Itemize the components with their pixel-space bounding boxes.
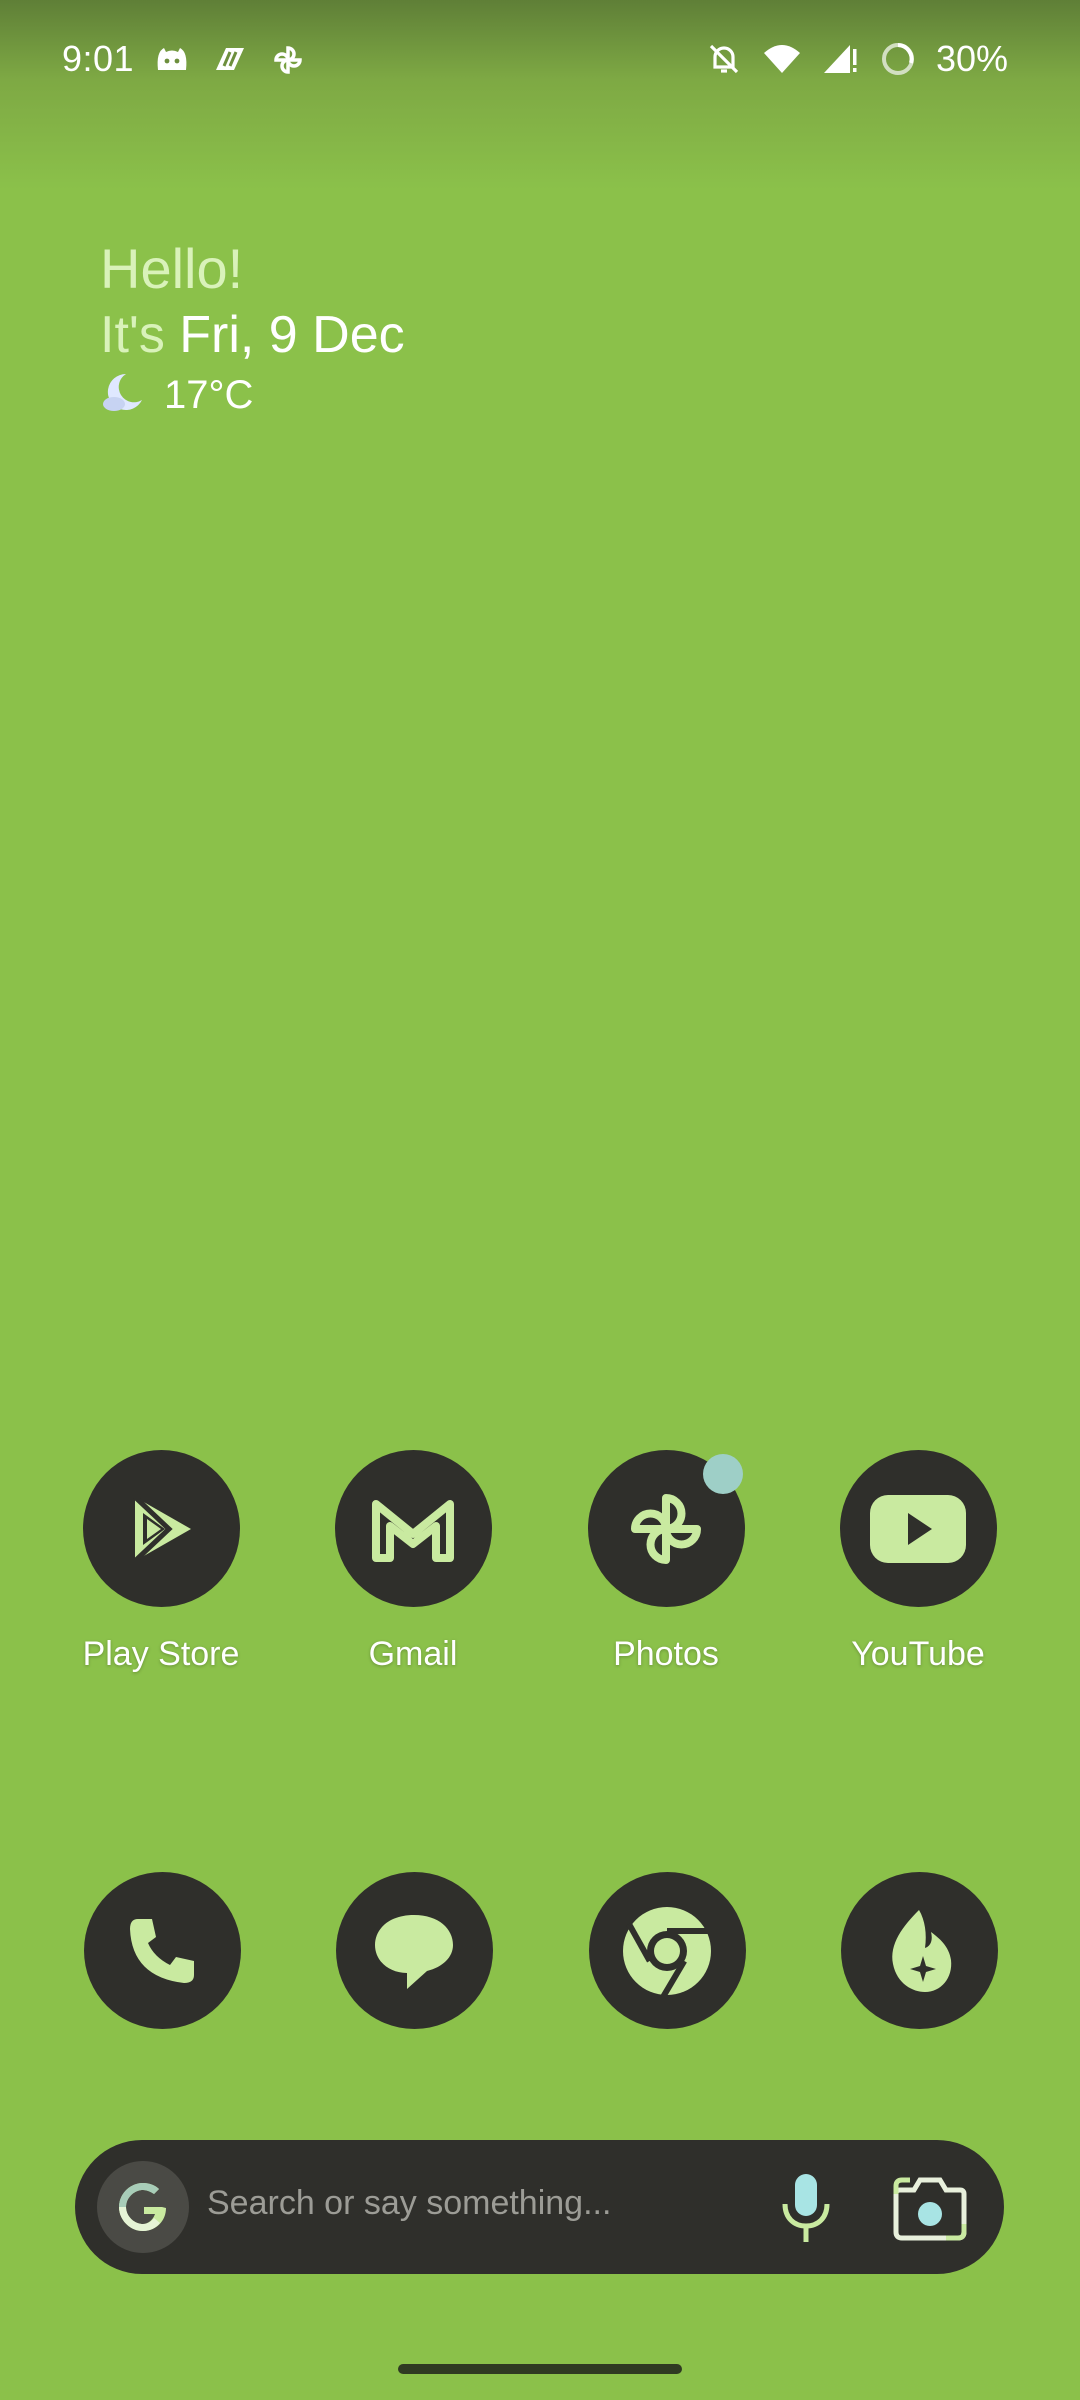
status-time: 9:01 [62, 38, 135, 79]
greeting-text: Hello! [100, 237, 244, 300]
date-value: Fri, 9 Dec [179, 306, 405, 364]
app-youtube[interactable]: YouTube [818, 1450, 1018, 1674]
dock-messages[interactable] [314, 1872, 514, 2029]
photos-icon[interactable] [587, 1450, 745, 1607]
search-placeholder[interactable]: Search or say something... [207, 2184, 611, 2223]
youtube-icon[interactable] [839, 1450, 997, 1607]
at-a-glance-widget[interactable]: Hello! It's Fri, 9 Dec 17°C [100, 236, 405, 421]
app-label: Play Store [82, 1635, 240, 1673]
app-gmail[interactable]: Gmail [313, 1450, 513, 1674]
status-bar: 9:01 30% [0, 0, 1080, 128]
bell-off-icon [704, 39, 744, 79]
lens-camera-icon[interactable] [892, 2172, 968, 2249]
dock-phone[interactable] [62, 1872, 262, 2029]
search-bar[interactable]: Search or say something... [75, 2140, 1004, 2274]
temperature: 17°C [164, 373, 254, 417]
dock-ai-app[interactable] [819, 1872, 1019, 2029]
microphone-icon[interactable] [776, 2172, 836, 2249]
phone-icon[interactable] [83, 1872, 241, 2029]
assistant-face-icon [152, 40, 192, 80]
battery-percentage: 30% [935, 38, 1008, 79]
messages-icon[interactable] [335, 1872, 493, 2029]
gesture-navigation-handle[interactable] [398, 2364, 682, 2374]
notification-dot [702, 1454, 743, 1494]
gmail-icon[interactable] [334, 1450, 492, 1607]
app-label: YouTube [851, 1635, 985, 1673]
dock-chrome[interactable] [567, 1872, 767, 2029]
google-g-icon[interactable] [97, 2161, 189, 2253]
cell-signal-icon [820, 39, 860, 79]
status-notification-icons [152, 40, 308, 80]
play-store-icon[interactable] [82, 1450, 240, 1607]
date-line[interactable]: It's Fri, 9 Dec [100, 302, 405, 368]
battery-ring-icon [878, 39, 918, 79]
app-play-store[interactable]: Play Store [61, 1450, 261, 1674]
app-label: Photos [613, 1635, 719, 1673]
app-label: Gmail [368, 1635, 458, 1673]
stripes-icon [210, 40, 250, 80]
wifi-icon [762, 39, 802, 79]
status-system-icons: 30% [704, 38, 1008, 80]
date-prefix: It's [100, 306, 165, 364]
moon-cloud-icon [100, 370, 146, 421]
weather-row[interactable]: 17°C [100, 370, 405, 421]
chrome-icon[interactable] [588, 1872, 746, 2029]
pinwheel-icon [268, 40, 308, 80]
ai-spark-icon[interactable] [840, 1872, 998, 2029]
app-photos[interactable]: Photos [566, 1450, 766, 1674]
